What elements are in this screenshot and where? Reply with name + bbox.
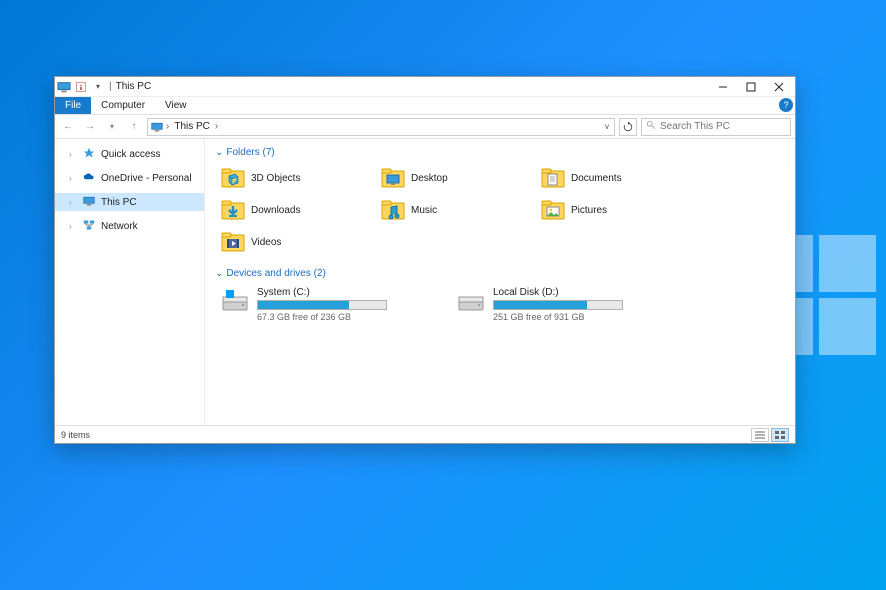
pictures-icon [541, 198, 565, 223]
drive-name: System (C:) [257, 287, 447, 298]
drive-icon [457, 287, 485, 315]
search-input[interactable] [660, 121, 792, 132]
nav-back-button[interactable]: ← [59, 118, 77, 136]
tab-file[interactable]: File [55, 97, 91, 114]
drive-item-1[interactable]: Local Disk (D:) 251 GB free of 931 GB [455, 285, 685, 324]
chevron-down-icon: ⌄ [215, 147, 223, 158]
content-pane: ⌄ Folders (7) 3D Objects Desktop Documents… [205, 139, 795, 425]
search-box[interactable] [641, 118, 791, 136]
sidebar-item-label: Network [101, 221, 138, 232]
tab-computer[interactable]: Computer [91, 97, 155, 114]
refresh-button[interactable] [619, 118, 637, 136]
folder-item-pictures[interactable]: Pictures [539, 196, 689, 224]
tab-view[interactable]: View [155, 97, 197, 114]
minimize-button[interactable] [709, 78, 737, 96]
3d-icon [221, 166, 245, 191]
cloud-icon [83, 171, 95, 186]
chevron-right-icon[interactable]: › [69, 222, 77, 231]
chevron-down-icon: ⌄ [215, 268, 223, 279]
folder-label: Videos [251, 237, 281, 248]
address-dropdown-icon[interactable]: v [602, 122, 612, 131]
folder-label: 3D Objects [251, 173, 300, 184]
drive-free-text: 67.3 GB free of 236 GB [257, 312, 447, 322]
drive-usage-bar [257, 300, 387, 310]
sidebar-item-label: This PC [101, 197, 137, 208]
sidebar-item-onedrive[interactable]: › OneDrive - Personal [55, 169, 204, 187]
downloads-icon [221, 198, 245, 223]
music-icon [381, 198, 405, 223]
folder-item-downloads[interactable]: Downloads [219, 196, 369, 224]
sidebar-item-label: Quick access [101, 149, 160, 160]
folder-item-3d-objects[interactable]: 3D Objects [219, 164, 369, 192]
qat-dropdown-icon[interactable]: ▾ [91, 80, 105, 94]
window-title: This PC [116, 81, 152, 92]
view-details-button[interactable] [751, 428, 769, 442]
help-button[interactable]: ? [779, 98, 793, 112]
documents-icon [541, 166, 565, 191]
file-explorer-window: ▾ | This PC File Computer View ? ← → ▾ ↑… [54, 76, 796, 444]
nav-recent-dropdown[interactable]: ▾ [103, 118, 121, 136]
folder-label: Pictures [571, 205, 607, 216]
drive-item-0[interactable]: System (C:) 67.3 GB free of 236 GB [219, 285, 449, 324]
search-icon [646, 120, 656, 133]
status-item-count: 9 items [61, 430, 90, 440]
view-large-icons-button[interactable] [771, 428, 789, 442]
maximize-button[interactable] [737, 78, 765, 96]
folder-label: Documents [571, 173, 622, 184]
drive-free-text: 251 GB free of 931 GB [493, 312, 683, 322]
desktop-icon [381, 166, 405, 191]
folder-label: Music [411, 205, 437, 216]
title-separator: | [109, 81, 112, 92]
address-bar[interactable]: › This PC › v [147, 118, 615, 136]
drive-icon [221, 287, 249, 315]
nav-forward-button[interactable]: → [81, 118, 99, 136]
sidebar-item-network[interactable]: › Network [55, 217, 204, 235]
group-header-folders[interactable]: ⌄ Folders (7) [213, 143, 787, 162]
ribbon-tabs: File Computer View ? [55, 97, 795, 115]
group-header-drives[interactable]: ⌄ Devices and drives (2) [213, 264, 787, 283]
videos-icon [221, 230, 245, 255]
breadcrumb-this-pc[interactable]: This PC [171, 121, 213, 132]
navigation-pane: › Quick access › OneDrive - Personal › T… [55, 139, 205, 425]
folder-item-documents[interactable]: Documents [539, 164, 689, 192]
close-button[interactable] [765, 78, 793, 96]
sidebar-item-quick-access[interactable]: › Quick access [55, 145, 204, 163]
network-icon [83, 219, 95, 234]
folder-label: Desktop [411, 173, 448, 184]
titlebar: ▾ | This PC [55, 77, 795, 97]
sidebar-item-this-pc[interactable]: › This PC [55, 193, 204, 211]
folder-item-videos[interactable]: Videos [219, 228, 369, 256]
sidebar-item-label: OneDrive - Personal [101, 173, 192, 184]
pc-icon [57, 80, 71, 94]
folder-item-desktop[interactable]: Desktop [379, 164, 529, 192]
status-bar: 9 items [55, 425, 795, 443]
pc-icon [150, 120, 164, 134]
pc-icon [83, 195, 95, 210]
chevron-right-icon[interactable]: › [69, 150, 77, 159]
folder-item-music[interactable]: Music [379, 196, 529, 224]
star-icon [83, 147, 95, 162]
breadcrumb-sep-icon[interactable]: › [215, 121, 218, 132]
chevron-right-icon[interactable]: › [69, 198, 77, 207]
navigation-bar: ← → ▾ ↑ › This PC › v [55, 115, 795, 139]
drive-name: Local Disk (D:) [493, 287, 683, 298]
breadcrumb-sep-icon[interactable]: › [166, 121, 169, 132]
nav-up-button[interactable]: ↑ [125, 118, 143, 136]
chevron-right-icon[interactable]: › [69, 174, 77, 183]
qat-properties-icon[interactable] [74, 80, 88, 94]
drive-usage-bar [493, 300, 623, 310]
folder-label: Downloads [251, 205, 300, 216]
